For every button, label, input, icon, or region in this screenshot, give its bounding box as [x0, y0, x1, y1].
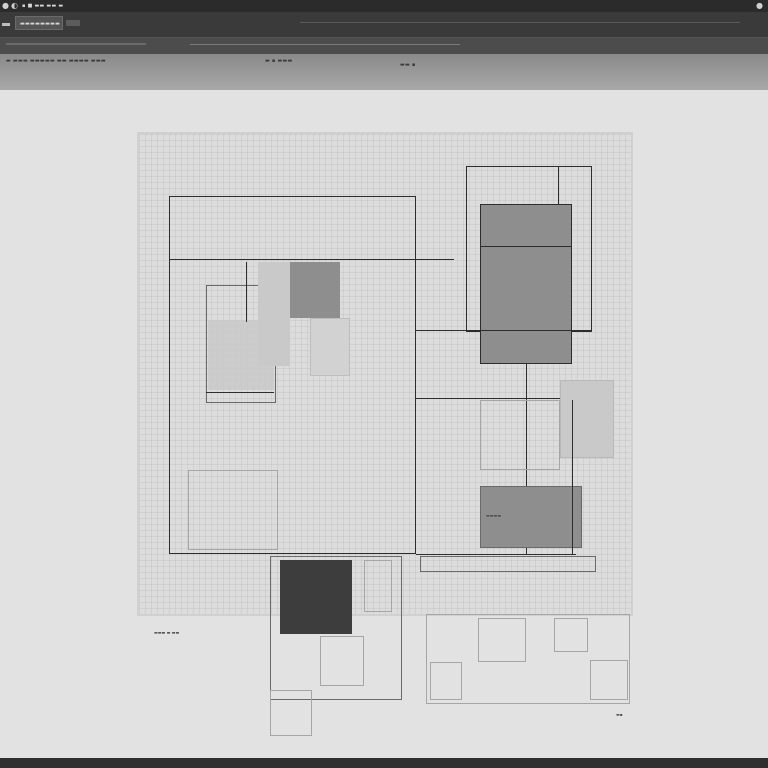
info-text-mid: ▬ ▪ ▬▬▬	[265, 58, 293, 64]
ribbon-track	[6, 43, 146, 45]
corridor-line	[416, 330, 592, 331]
menu-text[interactable]: ▪ ■ ▬▬ ▬▬ ▬	[22, 3, 63, 9]
extension-room-d	[430, 662, 462, 700]
title-bar: ● ◐ ▪ ■ ▬▬ ▬▬ ▬ ●	[0, 0, 768, 12]
annex-room	[320, 636, 364, 686]
room-label: ▬▬▬▬	[486, 513, 502, 518]
ribbon	[0, 38, 768, 54]
extension-room-b	[554, 618, 588, 652]
mid-right-room[interactable]	[480, 400, 560, 470]
upper-right-partition	[558, 166, 559, 206]
partition-line	[246, 262, 247, 322]
legend-note: ▬▬▬ ▬ ▬▬	[154, 630, 180, 635]
extension-room-a	[478, 618, 526, 662]
bottom-wall	[416, 554, 576, 555]
mid-right-wall	[416, 398, 576, 399]
room-block-soft[interactable]	[310, 318, 350, 376]
menu-icon[interactable]: ◐	[11, 1, 18, 11]
info-bar: ▬ ▬▬▬ ▬▬▬▬▬ ▬▬ ▬▬▬▬ ▬▬▬ ▬ ▪ ▬▬▬ ▬▬ ▪	[0, 54, 768, 90]
window-close-icon[interactable]: ●	[756, 1, 763, 11]
side-block[interactable]	[560, 380, 614, 458]
room-block-mid[interactable]	[290, 262, 340, 318]
dark-block[interactable]	[280, 560, 352, 634]
toolbar-label: ▬▬▬▬▬▬▬▬	[20, 21, 61, 27]
partition-line-2	[206, 392, 274, 393]
dark-room-block[interactable]	[480, 204, 572, 364]
faint-room	[188, 470, 278, 550]
bottom-status-bar	[0, 758, 768, 768]
dark-room-divider	[480, 246, 572, 247]
toolbar: ▬▬▬▬▬▬▬▬	[0, 12, 768, 38]
header-wall-line	[169, 259, 454, 260]
corridor-strip	[420, 556, 596, 572]
info-text-left: ▬ ▬▬▬ ▬▬▬▬▬ ▬▬ ▬▬▬▬ ▬▬▬	[6, 58, 106, 64]
annex-closet	[270, 690, 312, 736]
ribbon-rule	[190, 44, 460, 45]
toolbar-field[interactable]: ▬▬▬▬▬▬▬▬	[15, 16, 63, 30]
room-block-pale[interactable]	[258, 262, 290, 366]
toolbar-button[interactable]	[66, 20, 80, 26]
tool-icon[interactable]	[2, 23, 10, 26]
annex-stair	[364, 560, 392, 612]
app-icon: ●	[2, 1, 9, 10]
toolbar-divider	[300, 22, 740, 23]
info-text-right: ▬▬ ▪	[400, 62, 416, 68]
scale-note: ▬▪	[616, 712, 623, 717]
lower-right-wall	[572, 400, 573, 554]
extension-room-c	[590, 660, 628, 700]
